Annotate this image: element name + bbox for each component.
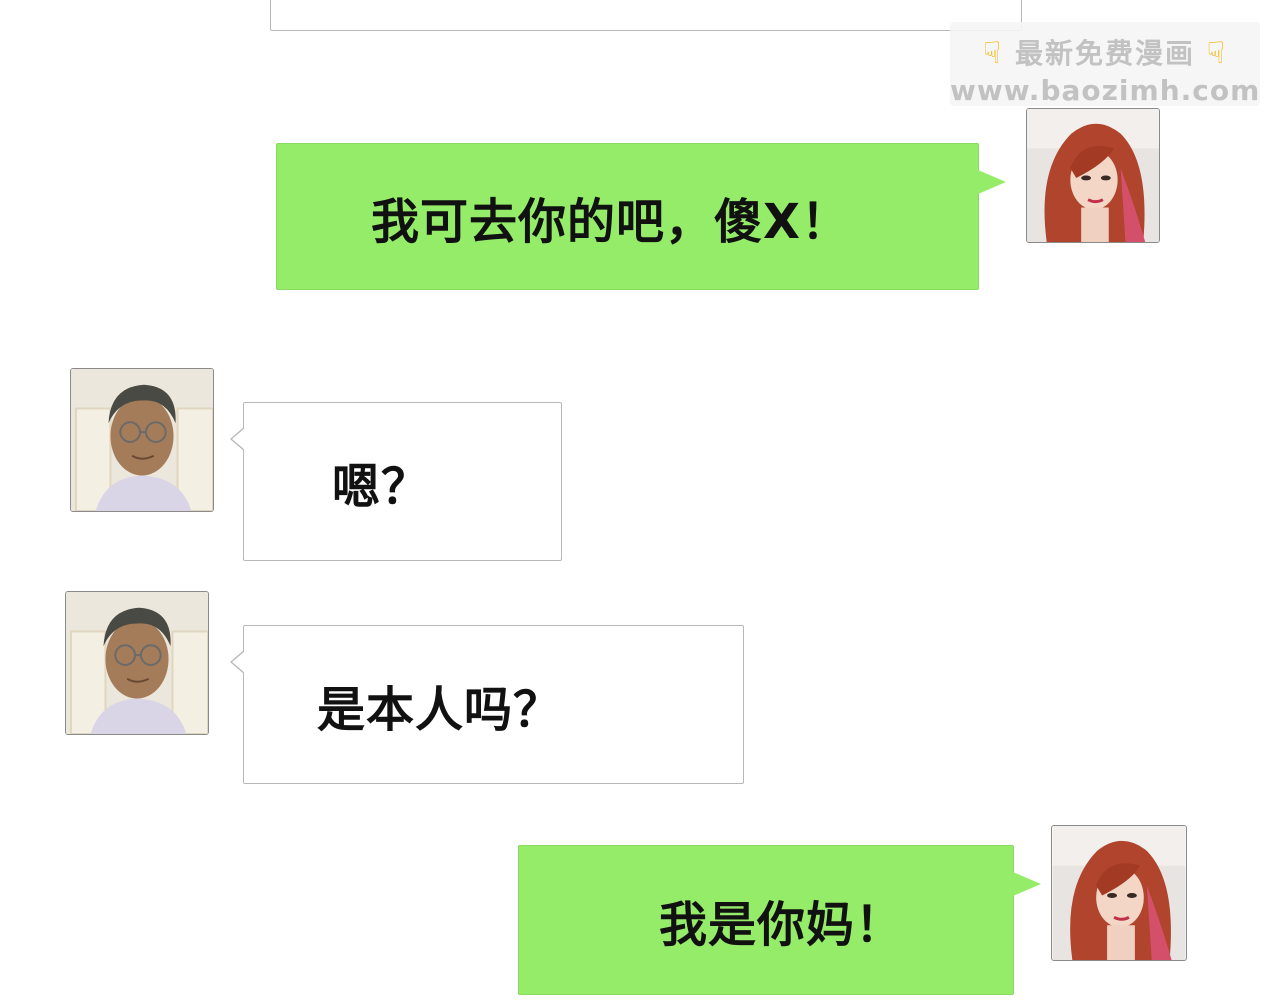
message-bubble-outgoing: 我可去你的吧，傻X！ — [276, 143, 1006, 290]
man-portrait-icon — [66, 592, 208, 734]
pointing-hand-icon: ☟ — [982, 36, 1004, 71]
watermark-title: 最新免费漫画 — [1014, 37, 1195, 70]
watermark-url: www.baozimh.com — [950, 74, 1261, 107]
previous-message-bubble — [270, 0, 1022, 31]
pointing-hand-icon: ☟ — [1206, 36, 1228, 71]
woman-avatar[interactable] — [1026, 108, 1160, 243]
bubble-tail — [1013, 872, 1041, 896]
message-text: 是本人吗？ — [317, 681, 563, 738]
message-bubble-outgoing: 我是你妈！ — [518, 845, 1041, 995]
watermark-title-row: ☟ 最新免费漫画 ☟ — [950, 32, 1260, 72]
watermark: ☟ 最新免费漫画 ☟ www.baozimh.com — [950, 22, 1261, 107]
bubble-tail — [978, 170, 1006, 194]
woman-portrait-icon — [1027, 109, 1159, 242]
bubble-tail — [230, 650, 245, 674]
message-bubble-incoming: 是本人吗？ — [230, 625, 744, 784]
woman-avatar[interactable] — [1051, 825, 1187, 961]
woman-portrait-icon — [1052, 826, 1186, 960]
man-avatar[interactable] — [70, 368, 214, 512]
message-text: 嗯？ — [332, 458, 431, 515]
man-portrait-icon — [71, 369, 213, 511]
message-text: 我可去你的吧，傻X！ — [371, 193, 851, 250]
message-bubble-incoming: 嗯？ — [230, 402, 562, 561]
message-text: 我是你妈！ — [659, 897, 905, 953]
man-avatar[interactable] — [65, 591, 209, 735]
bubble-tail — [230, 427, 245, 451]
